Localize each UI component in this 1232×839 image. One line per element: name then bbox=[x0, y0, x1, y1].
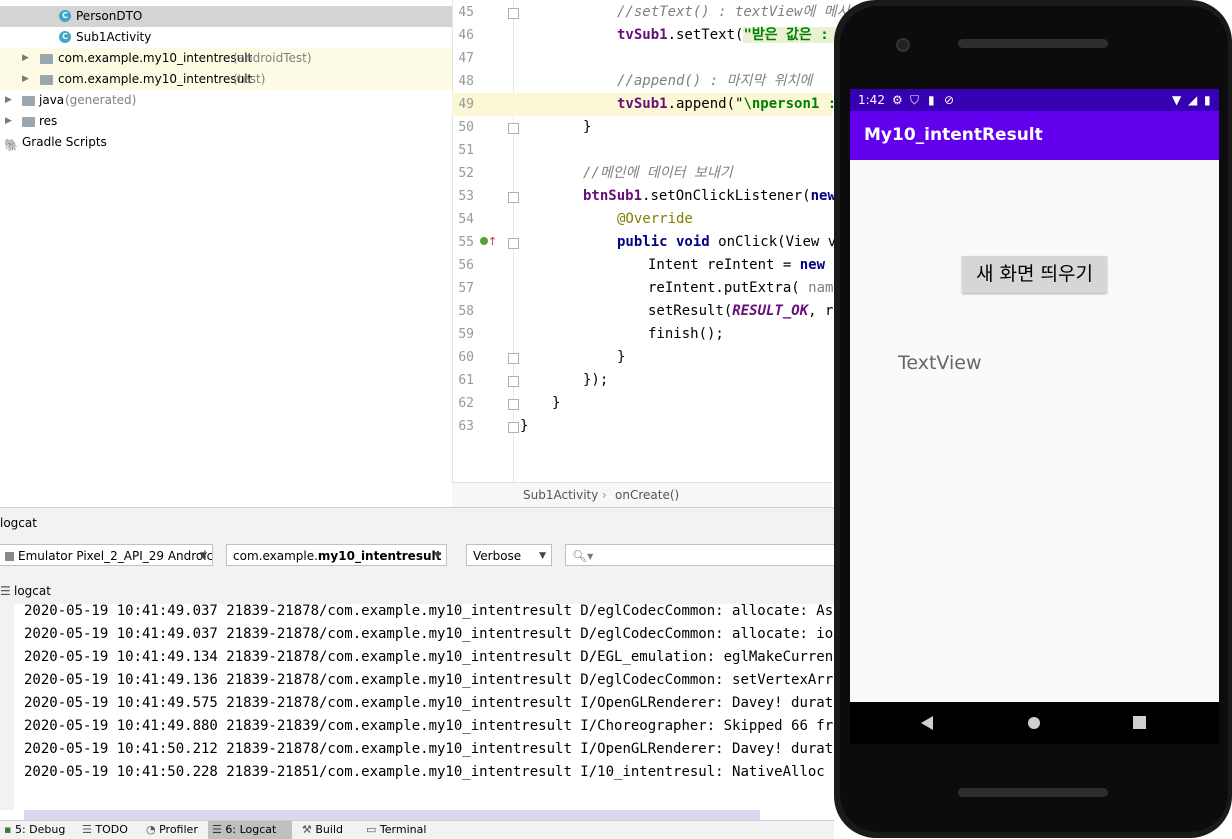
fold-marker-icon[interactable] bbox=[508, 399, 519, 410]
class-icon: C bbox=[59, 31, 71, 43]
open-new-screen-button[interactable]: 새 화면 띄우기 bbox=[962, 256, 1107, 293]
code-line-59[interactable]: 59 finish(); bbox=[452, 323, 832, 346]
breadcrumb-class[interactable]: Sub1Activity bbox=[523, 483, 598, 508]
result-textview: TextView bbox=[898, 352, 982, 374]
list-icon: ☰ bbox=[82, 823, 92, 836]
device-dropdown[interactable]: Emulator Pixel_2_API_29 Androic ▼ bbox=[0, 544, 213, 566]
fold-marker-icon[interactable] bbox=[508, 238, 519, 249]
debug-icon: ▪ bbox=[4, 823, 12, 836]
breadcrumb: Sub1Activity › onCreate() bbox=[452, 482, 832, 508]
gauge-icon: ◔ bbox=[146, 823, 156, 836]
navigation-bar bbox=[850, 702, 1219, 744]
fold-marker-icon[interactable] bbox=[508, 192, 519, 203]
settings-gear-icon: ⚙ bbox=[892, 93, 903, 107]
package-icon bbox=[40, 54, 53, 64]
chevron-down-icon: ▼ bbox=[434, 551, 441, 561]
expand-arrow-icon[interactable]: ▶ bbox=[22, 48, 29, 69]
expand-arrow-icon[interactable]: ▶ bbox=[5, 90, 12, 111]
tab-terminal[interactable]: ▭ Terminal bbox=[362, 821, 426, 839]
tab-logcat[interactable]: ☰ 6: Logcat bbox=[208, 821, 292, 839]
log-line[interactable]: 2020-05-19 10:41:49.037 21839-21878/com.… bbox=[24, 600, 875, 623]
terminal-icon: ▭ bbox=[366, 823, 377, 836]
logcat-panel-title: logcat bbox=[0, 507, 834, 538]
folder-icon bbox=[22, 96, 35, 106]
log-line[interactable]: 2020-05-19 10:41:49.880 21839-21839/com.… bbox=[24, 715, 875, 738]
log-line[interactable]: 2020-05-19 10:41:49.575 21839-21878/com.… bbox=[24, 692, 875, 715]
recents-icon[interactable] bbox=[1133, 716, 1146, 729]
hammer-icon: ⚒ bbox=[302, 823, 312, 836]
code-line-56[interactable]: 56Intent reIntent = new I bbox=[452, 254, 842, 277]
menu-lines-icon: ☰ bbox=[0, 584, 11, 598]
tree-item-res[interactable]: ▶ res bbox=[0, 111, 452, 132]
home-icon[interactable] bbox=[1027, 716, 1041, 730]
camera-icon bbox=[896, 38, 910, 52]
log-line[interactable]: 2020-05-19 10:41:49.136 21839-21878/com.… bbox=[24, 669, 875, 692]
logcat-toolbar: Emulator Pixel_2_API_29 Androic ▼ com.ex… bbox=[0, 537, 840, 579]
log-line[interactable]: 2020-05-19 10:41:49.037 21839-21878/com.… bbox=[24, 623, 875, 646]
folder-icon bbox=[22, 117, 35, 127]
blocked-icon: ⊘ bbox=[944, 93, 955, 107]
code-line-57[interactable]: 57 reIntent.putExtra( name bbox=[452, 277, 842, 300]
tree-item-package-androidtest[interactable]: ▶ com.example.my10_intentresult (android… bbox=[0, 48, 452, 69]
app-title: My10_intentResult bbox=[864, 125, 1043, 145]
logcat-search-input[interactable]: 🔍︎▾ bbox=[565, 544, 840, 566]
code-line-58[interactable]: 58 setResult(RESULT_OK, re bbox=[452, 300, 842, 323]
code-line-47[interactable]: 47 bbox=[452, 47, 832, 70]
process-dropdown[interactable]: com.example.my10_intentresult (2 ▼ bbox=[226, 544, 447, 566]
search-icon: 🔍︎▾ bbox=[572, 549, 594, 563]
fold-marker-icon[interactable] bbox=[508, 123, 519, 134]
log-line[interactable]: 2020-05-19 10:41:50.212 21839-21878/com.… bbox=[24, 738, 875, 761]
signal-icon: ◢ bbox=[1188, 93, 1198, 107]
shield-icon: ⛉ bbox=[910, 93, 920, 107]
code-line-46[interactable]: 46 tvSub1.setText("받은 값은 : bbox=[452, 24, 838, 47]
tab-build[interactable]: ⚒ Build bbox=[298, 821, 343, 839]
back-icon[interactable] bbox=[920, 716, 934, 730]
status-bar: 1:42 ⚙ ⛉ ▮ ⊘ ▼ ◢ ▮ bbox=[850, 89, 1219, 111]
status-time: 1:42 bbox=[858, 93, 885, 107]
log-line[interactable]: 2020-05-19 10:41:49.134 21839-21878/com.… bbox=[24, 646, 875, 669]
expand-arrow-icon[interactable]: ▶ bbox=[22, 69, 29, 90]
project-tree: C PersonDTO C Sub1Activity ▶ com.example… bbox=[0, 0, 452, 507]
chevron-down-icon: ▼ bbox=[539, 551, 546, 561]
chevron-down-icon: ▼ bbox=[200, 551, 207, 561]
tree-item-gradle-scripts[interactable]: 🐘 Gradle Scripts bbox=[0, 132, 452, 153]
tab-debug[interactable]: ▪ 5: Debug bbox=[0, 821, 65, 839]
fold-marker-icon[interactable] bbox=[508, 376, 519, 387]
expand-arrow-icon[interactable]: ▶ bbox=[5, 111, 12, 132]
app-content bbox=[850, 160, 1219, 702]
sd-card-icon: ▮ bbox=[928, 93, 935, 107]
override-marker-icon[interactable]: ↑ bbox=[480, 236, 497, 248]
log-line[interactable]: 2020-05-19 10:41:50.228 21839-21851/com.… bbox=[24, 761, 875, 784]
code-line-49-current[interactable]: 49 tvSub1.append("\nperson1 : bbox=[452, 93, 836, 116]
code-line-54[interactable]: 54 @Override bbox=[452, 208, 832, 231]
tree-item-package-test[interactable]: ▶ com.example.my10_intentresult (test) bbox=[0, 69, 452, 90]
fold-marker-icon[interactable] bbox=[508, 422, 519, 433]
tool-window-bar: ▪ 5: Debug ☰ TODO ◔ Profiler ☰ 6: Logcat… bbox=[0, 820, 834, 839]
gradle-elephant-icon: 🐘 bbox=[4, 138, 19, 152]
tree-item-persondto[interactable]: C PersonDTO bbox=[0, 6, 452, 27]
tab-todo[interactable]: ☰ TODO bbox=[78, 821, 128, 839]
breadcrumb-separator: › bbox=[602, 488, 607, 502]
class-icon: C bbox=[59, 10, 71, 22]
log-toolbar-strip bbox=[0, 604, 14, 810]
wifi-icon: ▼ bbox=[1172, 93, 1182, 107]
fold-marker-icon[interactable] bbox=[508, 8, 519, 19]
fold-marker-icon[interactable] bbox=[508, 353, 519, 364]
horizontal-scrollbar[interactable] bbox=[24, 810, 760, 820]
tree-item-java-generated[interactable]: ▶ java (generated) bbox=[0, 90, 452, 111]
log-level-dropdown[interactable]: Verbose ▼ bbox=[466, 544, 552, 566]
tree-item-sub1activity[interactable]: C Sub1Activity bbox=[0, 27, 452, 48]
app-bar: My10_intentResult bbox=[850, 111, 1219, 160]
battery-icon: ▮ bbox=[1204, 93, 1211, 107]
breadcrumb-method[interactable]: onCreate() bbox=[615, 483, 679, 508]
package-icon bbox=[40, 75, 53, 85]
code-line-52[interactable]: 52//메인에 데이터 보내기 bbox=[452, 162, 832, 185]
list-icon: ☰ bbox=[212, 823, 222, 836]
tab-profiler[interactable]: ◔ Profiler bbox=[142, 821, 198, 839]
speaker-grille bbox=[958, 788, 1108, 797]
speaker-grille bbox=[958, 39, 1108, 48]
device-icon bbox=[5, 552, 14, 561]
code-line-51[interactable]: 51 bbox=[452, 139, 832, 162]
code-line-48[interactable]: 48//append() : 마지막 위치에 bbox=[452, 70, 832, 93]
